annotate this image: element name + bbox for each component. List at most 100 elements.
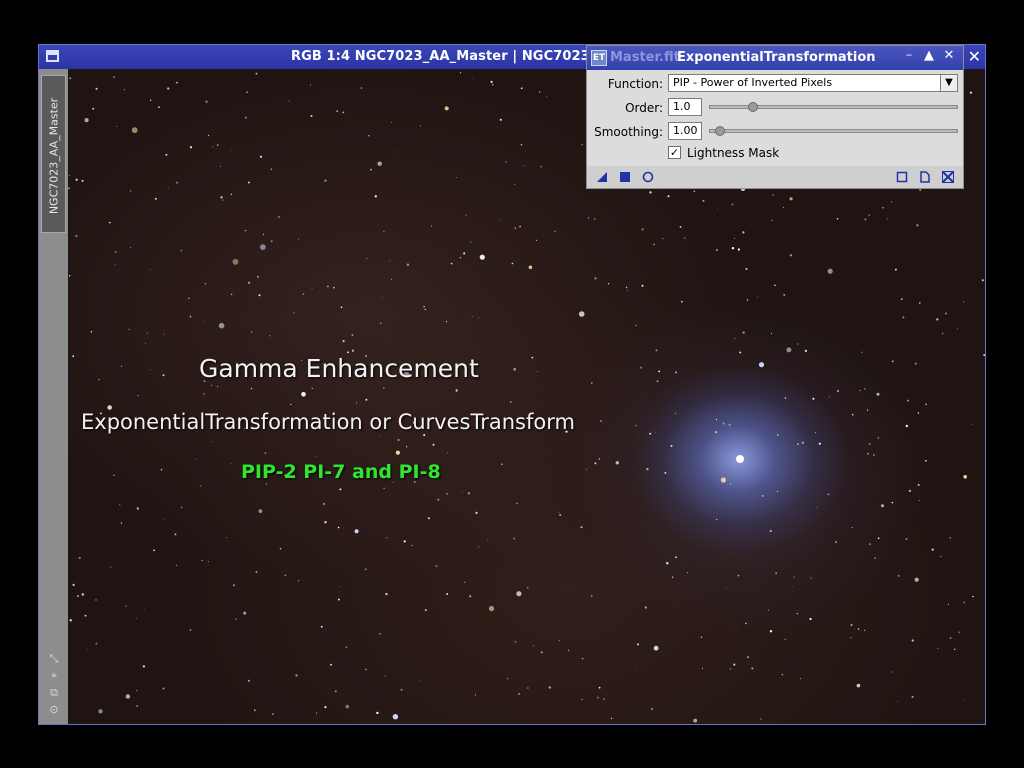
star [598,686,601,689]
star [784,638,786,641]
smoothing-slider[interactable] [709,126,958,136]
preview-icon[interactable] [895,170,909,184]
star [98,709,103,714]
star [540,166,542,168]
star [835,541,837,543]
star [558,640,560,642]
star [217,144,219,146]
star [751,667,754,670]
star [902,316,905,319]
star [324,521,327,524]
star [501,463,503,466]
star [189,146,193,149]
star [316,712,318,714]
star [374,195,377,198]
star [365,568,367,570]
star [464,581,466,583]
star [390,122,392,123]
star [646,468,649,471]
star [627,289,629,291]
smoothing-input[interactable]: 1.00 [668,122,702,140]
star [641,284,644,287]
dialog-titlebar[interactable]: ET Master.fit ExponentialTransformation … [587,46,963,70]
star [337,598,340,601]
star [279,547,282,550]
star [301,392,306,397]
star [297,580,300,582]
order-input[interactable]: 1.0 [668,98,702,116]
function-select[interactable]: PIP - Power of Inverted Pixels ▼ [668,74,958,92]
dialog-close-icon[interactable]: ✕ [939,48,959,63]
star [868,214,870,216]
star [456,177,458,178]
apply-icon[interactable] [618,170,632,184]
star [891,671,893,673]
star [336,110,339,112]
star [465,214,467,216]
smoothing-label: Smoothing: [594,125,663,139]
star [269,335,271,337]
star [255,571,258,573]
star [153,549,155,552]
star [162,687,165,690]
star [255,72,258,75]
reset-icon[interactable] [941,170,955,184]
star [739,351,742,354]
star [487,540,488,542]
star [392,714,399,720]
view-id-tab[interactable]: NGC7023_AA_Master [41,75,66,233]
star [180,249,183,252]
minimize-icon[interactable]: – [899,48,919,63]
window-icon[interactable] [46,50,59,62]
expand-icon[interactable]: ⤡ [45,650,63,667]
star [467,492,471,495]
star [247,679,250,682]
new-instance-icon[interactable] [595,170,609,184]
star [380,322,382,324]
chevron-down-icon[interactable]: ▼ [940,75,957,91]
star [302,293,304,295]
star [250,387,253,390]
star [212,146,214,148]
star [737,574,740,577]
star [649,432,652,435]
star [767,609,770,611]
star [384,675,386,677]
star [342,340,345,343]
star [770,332,773,334]
process-icon[interactable]: ET [591,50,607,66]
star [868,543,871,546]
star [108,221,111,224]
document-icon[interactable] [918,170,932,184]
star [260,155,262,158]
star [769,529,772,533]
star [355,402,358,404]
order-slider[interactable] [709,102,958,112]
star [868,443,871,445]
star [733,663,736,666]
star [516,591,522,597]
shade-icon[interactable]: ▲ [919,48,939,63]
star [799,677,802,680]
star [908,489,912,493]
star [693,718,698,723]
clone-icon[interactable]: ⧉ [45,684,63,701]
star [670,444,673,447]
apply-global-icon[interactable] [641,170,655,184]
settings-icon[interactable]: ⊙ [45,701,63,718]
star [937,647,939,649]
lightness-mask-checkbox[interactable]: ✓ [668,146,681,159]
dialog-title-underlay: Master.fit [610,50,680,65]
smoothing-slider-handle[interactable] [714,126,725,136]
star [702,667,703,669]
fit-icon[interactable]: ⌖ [45,667,63,684]
order-slider-handle[interactable] [748,102,759,112]
star [419,125,421,127]
star [376,711,379,715]
star [801,441,804,444]
star [221,199,224,201]
star [368,135,370,137]
close-icon[interactable]: ✕ [968,47,981,67]
star [653,645,659,651]
star [479,254,485,260]
